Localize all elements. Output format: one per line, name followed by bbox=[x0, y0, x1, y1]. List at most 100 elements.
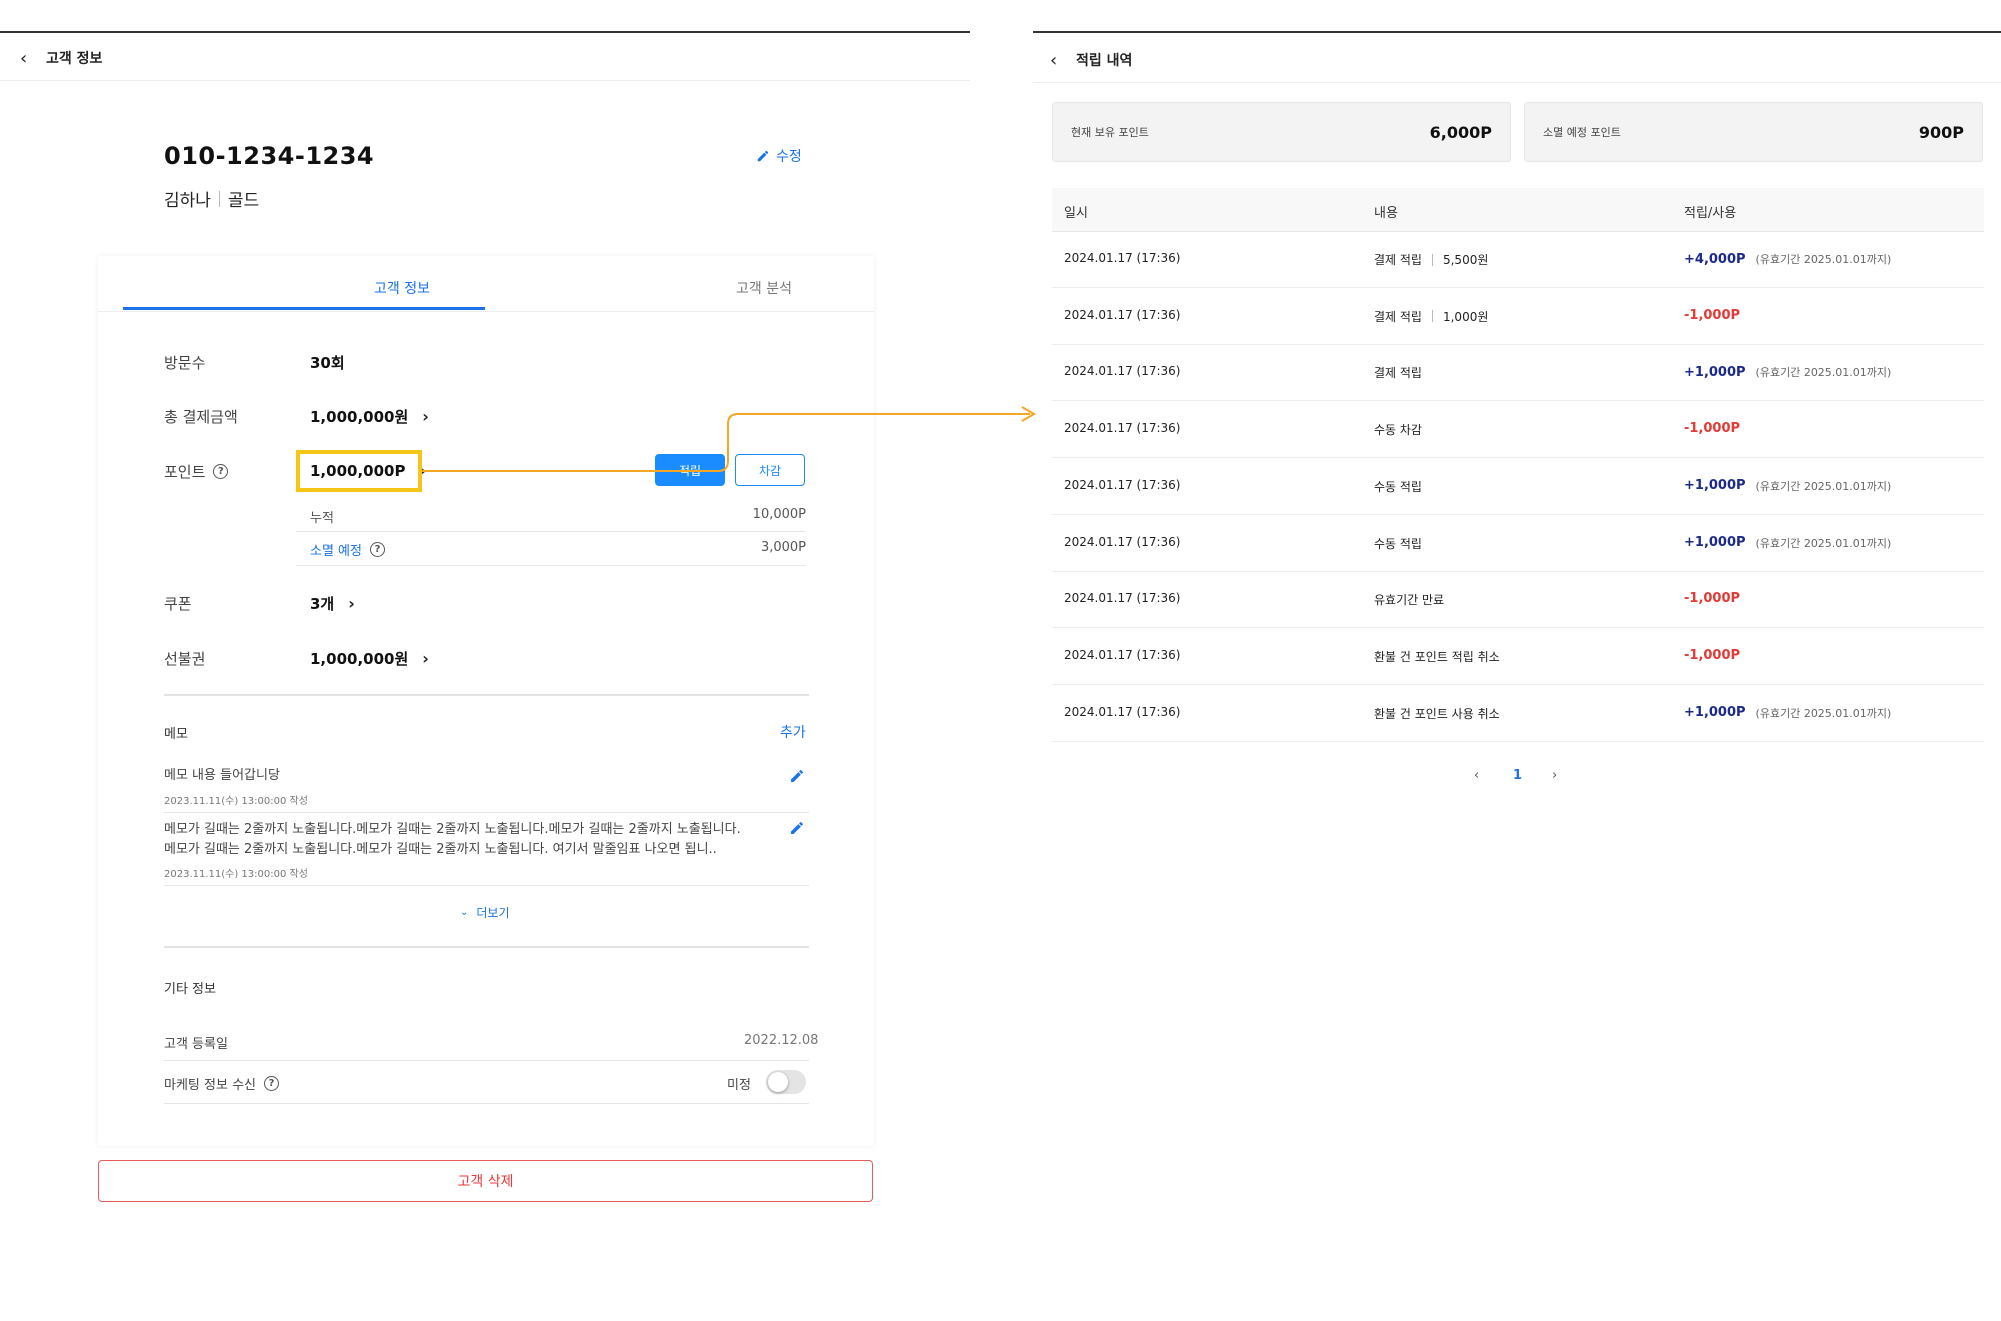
amount-value: -1,000P bbox=[1684, 647, 1741, 663]
table-row: 2024.01.17 (17:36) 수동 차감 -1,000P bbox=[1052, 402, 1984, 459]
divider bbox=[164, 1103, 809, 1104]
visits-value: 30회 bbox=[310, 354, 345, 372]
edit-customer-button[interactable]: 수정 bbox=[756, 146, 802, 166]
marketing-label: 마케팅 정보 수신 ? bbox=[164, 1074, 279, 1093]
row-content: 수동 적립 bbox=[1374, 478, 1422, 495]
coupon-value[interactable]: 3개 › bbox=[310, 593, 355, 614]
customer-info-panel: ‹ 고객 정보 010-1234-1234 김하나 골드 수정 고객 정보 고객… bbox=[0, 0, 970, 1321]
tab-customer-info[interactable]: 고객 정보 bbox=[374, 278, 430, 298]
summary-value: 6,000P bbox=[1429, 122, 1492, 142]
divider bbox=[164, 885, 809, 886]
table-row: 2024.01.17 (17:36) 결제 적립 +1,000P (유효기간 2025… bbox=[1052, 345, 1984, 402]
section-divider bbox=[164, 694, 809, 696]
expiry-note: (유효기간 2025.01.01까지) bbox=[1755, 366, 1892, 380]
show-more-button[interactable]: ⌄ 더보기 bbox=[460, 904, 510, 921]
chevron-left-icon[interactable]: ‹ bbox=[1050, 50, 1062, 71]
deduct-points-button[interactable]: 차감 bbox=[735, 454, 805, 486]
visits-label: 방문수 bbox=[164, 354, 206, 372]
pencil-icon bbox=[757, 150, 769, 162]
memo-item-date: 2023.11.11(수) 13:00:00 작성 bbox=[164, 796, 308, 807]
prepaid-value[interactable]: 1,000,000원 › bbox=[310, 648, 429, 669]
row-amount: +1,000P (유효기간 2025.01.01까지) bbox=[1684, 478, 1891, 494]
summary-value: 900P bbox=[1918, 122, 1964, 142]
row-date: 2024.01.17 (17:36) bbox=[1064, 251, 1181, 265]
content-text: 환불 건 포인트 적립 취소 bbox=[1374, 649, 1500, 664]
question-circle-icon[interactable]: ? bbox=[369, 542, 385, 557]
customer-phone: 010-1234-1234 bbox=[164, 142, 375, 170]
delete-customer-button[interactable]: 고객 삭제 bbox=[98, 1160, 873, 1202]
table-row: 2024.01.17 (17:36) 환불 건 포인트 사용 취소 +1,000P (… bbox=[1052, 686, 1984, 742]
pencil-icon[interactable] bbox=[789, 820, 805, 836]
row-date: 2024.01.17 (17:36) bbox=[1064, 307, 1181, 322]
amount-value: +4,000P bbox=[1684, 251, 1746, 267]
tab-customer-analysis[interactable]: 고객 분석 bbox=[736, 278, 792, 298]
question-circle-icon[interactable]: ? bbox=[213, 464, 229, 479]
question-circle-icon[interactable]: ? bbox=[264, 1076, 279, 1091]
row-amount: -1,000P bbox=[1684, 308, 1740, 323]
points-accumulated-row: 누적 10,000P bbox=[310, 507, 806, 526]
content-text: 수동 차감 bbox=[1374, 423, 1422, 438]
content-text: 결제 적립 bbox=[1374, 253, 1422, 267]
row-content: 수동 차감 bbox=[1374, 421, 1422, 438]
customer-name-grade: 김하나 골드 bbox=[164, 186, 259, 211]
expiry-note: (유효기간 2025.01.01까지) bbox=[1755, 536, 1892, 550]
row-date: 2024.01.17 (17:36) bbox=[1064, 647, 1181, 662]
content-text: 수동 적립 bbox=[1374, 536, 1422, 551]
separator bbox=[1431, 310, 1433, 323]
right-header: ‹ 적립 내역 bbox=[1050, 48, 1132, 72]
expire-label[interactable]: 소멸 예정 ? bbox=[310, 540, 385, 559]
content-text: 환불 건 포인트 사용 취소 bbox=[1374, 706, 1500, 721]
points-expire-row: 소멸 예정 ? 3,000P bbox=[310, 540, 806, 559]
row-content: 결제 적립 bbox=[1374, 364, 1422, 381]
table-header: 일시 내용 적립/사용 bbox=[1052, 188, 1984, 232]
left-header: ‹ 고객 정보 bbox=[20, 46, 102, 70]
section-divider bbox=[164, 946, 809, 948]
chevron-right-icon: › bbox=[348, 594, 355, 613]
summary-label: 현재 보유 포인트 bbox=[1071, 126, 1149, 139]
chevron-left-icon[interactable]: ‹ bbox=[1474, 768, 1479, 783]
table-row: 2024.01.17 (17:36) 환불 건 포인트 적립 취소 -1,000P bbox=[1052, 629, 1984, 685]
memo-title: 메모 bbox=[164, 727, 188, 742]
register-date-label: 고객 등록일 bbox=[164, 1037, 228, 1052]
divider bbox=[164, 812, 809, 813]
chevron-left-icon[interactable]: ‹ bbox=[20, 48, 32, 69]
points-label: 포인트 ? bbox=[164, 461, 229, 482]
table-row: 2024.01.17 (17:36) 결제 적립 1,000원 -1,000P bbox=[1052, 289, 1984, 345]
header-divider bbox=[0, 80, 970, 81]
pencil-icon[interactable] bbox=[789, 768, 805, 784]
total-pay-value[interactable]: 1,000,000원 › bbox=[310, 406, 429, 427]
divider bbox=[296, 565, 806, 566]
toggle-knob bbox=[768, 1072, 788, 1092]
row-date: 2024.01.17 (17:36) bbox=[1064, 591, 1181, 606]
column-header: 일시 bbox=[1064, 206, 1088, 221]
table-row: 2024.01.17 (17:36) 결제 적립 5,500원 +4,000P (유효기… bbox=[1052, 232, 1984, 288]
amount-value: +1,000P bbox=[1684, 705, 1746, 721]
row-date: 2024.01.17 (17:36) bbox=[1064, 364, 1181, 379]
info-card bbox=[98, 256, 874, 1146]
row-amount: +1,000P (유효기간 2025.01.01까지) bbox=[1684, 364, 1891, 380]
table-row: 2024.01.17 (17:36) 수동 적립 +1,000P (유효기간 2025… bbox=[1052, 459, 1984, 515]
etc-title: 기타 정보 bbox=[164, 982, 216, 997]
marketing-toggle[interactable] bbox=[766, 1070, 806, 1094]
row-date: 2024.01.17 (17:36) bbox=[1064, 534, 1181, 549]
amount-value: -1,000P bbox=[1684, 307, 1741, 323]
row-content: 결제 적립 5,500원 bbox=[1374, 251, 1488, 268]
earn-points-button[interactable]: 적립 bbox=[655, 454, 725, 486]
column-header: 내용 bbox=[1374, 206, 1398, 221]
row-amount: +4,000P (유효기간 2025.01.01까지) bbox=[1684, 251, 1891, 267]
row-amount: -1,000P bbox=[1684, 421, 1740, 436]
row-content: 환불 건 포인트 적립 취소 bbox=[1374, 648, 1500, 665]
top-divider bbox=[1033, 31, 2001, 33]
content-text: 수동 적립 bbox=[1374, 479, 1422, 494]
row-amount: +1,000P (유효기간 2025.01.01까지) bbox=[1684, 535, 1891, 551]
chevron-right-icon: › bbox=[422, 649, 429, 668]
content-extra: 1,000원 bbox=[1442, 309, 1489, 324]
page-number[interactable]: 1 bbox=[1513, 768, 1522, 783]
row-content: 유효기간 만료 bbox=[1374, 591, 1444, 608]
edit-label: 수정 bbox=[776, 149, 802, 165]
expiry-note: (유효기간 2025.01.01까지) bbox=[1755, 479, 1892, 493]
register-date-value: 2022.12.08 bbox=[744, 1033, 819, 1048]
row-content: 수동 적립 bbox=[1374, 535, 1422, 552]
add-memo-button[interactable]: 추가 bbox=[780, 722, 806, 742]
chevron-right-icon[interactable]: › bbox=[1552, 768, 1557, 783]
